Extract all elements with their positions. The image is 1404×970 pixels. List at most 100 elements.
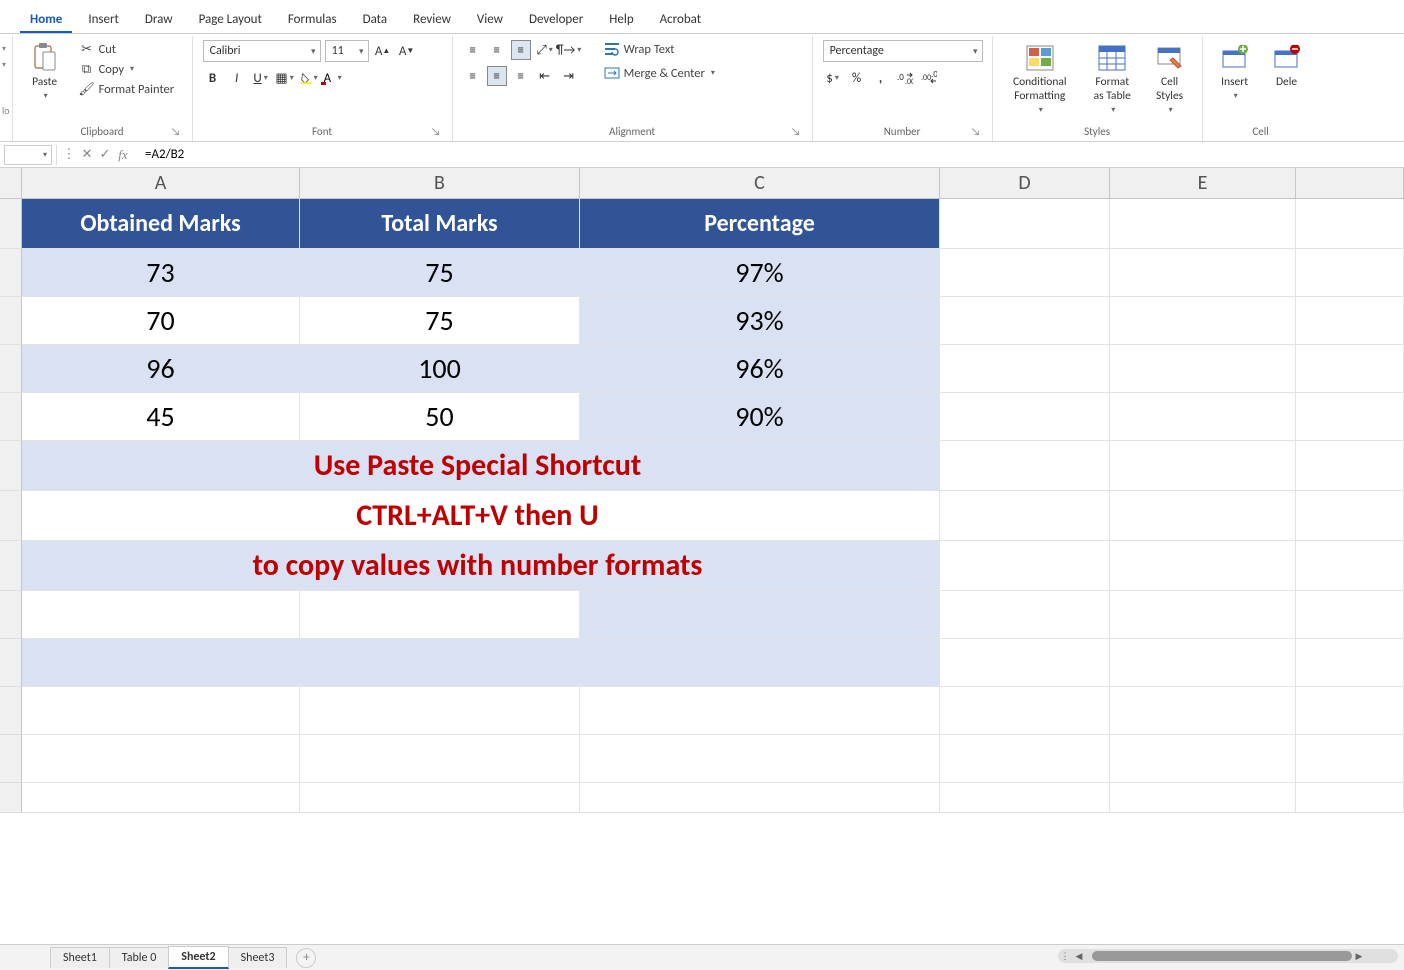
cell-a9[interactable]: [22, 591, 300, 639]
comma-button[interactable]: ,: [871, 68, 891, 88]
cell-c3[interactable]: 93%: [580, 297, 940, 345]
cell-f7[interactable]: [1296, 491, 1404, 541]
cell-f4[interactable]: [1296, 345, 1404, 393]
cell-b11[interactable]: [300, 687, 580, 735]
copy-dropdown-icon[interactable]: ▾: [130, 64, 134, 74]
sheet-tab-sheet1[interactable]: Sheet1: [50, 947, 110, 968]
cell-msg-3[interactable]: to copy values with number formats: [22, 541, 940, 591]
currency-button[interactable]: $▾: [823, 68, 843, 88]
cell-a1[interactable]: Obtained Marks: [22, 199, 300, 249]
cell-f8[interactable]: [1296, 541, 1404, 591]
cell-e12[interactable]: [1110, 735, 1296, 783]
delete-cells-button[interactable]: Dele: [1265, 40, 1309, 92]
cell-b3[interactable]: 75: [300, 297, 580, 345]
tab-acrobat[interactable]: Acrobat: [650, 6, 712, 33]
cell-f1[interactable]: [1296, 199, 1404, 249]
quick-dd-1[interactable]: ▾: [2, 44, 10, 54]
cell-d6[interactable]: [940, 441, 1110, 491]
merge-dropdown-icon[interactable]: ▾: [711, 68, 715, 78]
cell-b12[interactable]: [300, 735, 580, 783]
cell-msg-1[interactable]: Use Paste Special Shortcut: [22, 441, 940, 491]
cell-f9[interactable]: [1296, 591, 1404, 639]
accept-formula-button[interactable]: ✓: [97, 147, 113, 162]
paste-button[interactable]: Paste ▾: [23, 40, 67, 103]
cell-d13[interactable]: [940, 783, 1110, 813]
col-header-e[interactable]: E: [1110, 168, 1296, 198]
ltr-button[interactable]: ¶→▾: [559, 40, 579, 60]
row-header[interactable]: [0, 249, 22, 297]
cell-e2[interactable]: [1110, 249, 1296, 297]
cell-f5[interactable]: [1296, 393, 1404, 441]
cell-d3[interactable]: [940, 297, 1110, 345]
number-format-select[interactable]: Percentage: [823, 40, 983, 62]
cell-e13[interactable]: [1110, 783, 1296, 813]
cell-d9[interactable]: [940, 591, 1110, 639]
row-header[interactable]: [0, 345, 22, 393]
decrease-font-button[interactable]: A▼: [397, 41, 417, 61]
cell-c13[interactable]: [580, 783, 940, 813]
cell-f11[interactable]: [1296, 687, 1404, 735]
row-header[interactable]: [0, 735, 22, 783]
merge-center-button[interactable]: Merge & Center ▾: [600, 64, 719, 82]
font-color-button[interactable]: A▾: [323, 68, 343, 88]
cell-a10[interactable]: [22, 639, 300, 687]
cell-d12[interactable]: [940, 735, 1110, 783]
formula-input[interactable]: [139, 147, 1404, 162]
row-header[interactable]: [0, 639, 22, 687]
col-header-f[interactable]: [1296, 168, 1404, 198]
row-header[interactable]: [0, 541, 22, 591]
format-painter-button[interactable]: 🖌 Format Painter: [75, 80, 179, 98]
row-header[interactable]: [0, 783, 22, 813]
scroll-more-icon[interactable]: ⋮: [1058, 951, 1072, 962]
tab-data[interactable]: Data: [353, 6, 398, 33]
cell-a4[interactable]: 96: [22, 345, 300, 393]
cell-c11[interactable]: [580, 687, 940, 735]
cell-e6[interactable]: [1110, 441, 1296, 491]
col-header-a[interactable]: A: [22, 168, 300, 198]
cell-f12[interactable]: [1296, 735, 1404, 783]
cell-e11[interactable]: [1110, 687, 1296, 735]
cell-d10[interactable]: [940, 639, 1110, 687]
format-as-table-button[interactable]: Format as Table▾: [1085, 40, 1140, 117]
cell-d2[interactable]: [940, 249, 1110, 297]
cell-b1[interactable]: Total Marks: [300, 199, 580, 249]
cell-a5[interactable]: 45: [22, 393, 300, 441]
font-name-select[interactable]: Calibri: [203, 40, 321, 62]
row-header[interactable]: [0, 199, 22, 249]
tab-draw[interactable]: Draw: [135, 6, 183, 33]
cell-c5[interactable]: 90%: [580, 393, 940, 441]
horizontal-scrollbar[interactable]: ⋮ ◀ ▶: [1058, 949, 1398, 963]
cell-c1[interactable]: Percentage: [580, 199, 940, 249]
cell-b9[interactable]: [300, 591, 580, 639]
cell-f3[interactable]: [1296, 297, 1404, 345]
percent-button[interactable]: %: [847, 68, 867, 88]
formula-more-icon[interactable]: ⋮: [61, 147, 77, 162]
tab-developer[interactable]: Developer: [519, 6, 593, 33]
font-size-select[interactable]: 11: [325, 40, 369, 62]
underline-button[interactable]: U▾: [251, 68, 271, 88]
italic-button[interactable]: I: [227, 68, 247, 88]
cell-b13[interactable]: [300, 783, 580, 813]
tab-review[interactable]: Review: [403, 6, 461, 33]
cell-e7[interactable]: [1110, 491, 1296, 541]
number-launcher-icon[interactable]: ↘: [970, 125, 982, 137]
decrease-indent-button[interactable]: ⇤: [535, 66, 555, 86]
align-center-button[interactable]: ≡: [487, 66, 507, 86]
cell-a3[interactable]: 70: [22, 297, 300, 345]
align-left-button[interactable]: ≡: [463, 66, 483, 86]
increase-indent-button[interactable]: ⇥: [559, 66, 579, 86]
fx-icon[interactable]: fx: [115, 147, 131, 163]
cell-e10[interactable]: [1110, 639, 1296, 687]
cell-c9[interactable]: [580, 591, 940, 639]
cell-f10[interactable]: [1296, 639, 1404, 687]
cell-d8[interactable]: [940, 541, 1110, 591]
row-header[interactable]: [0, 491, 22, 541]
increase-font-button[interactable]: A▲: [373, 41, 393, 61]
align-middle-button[interactable]: ≡: [487, 40, 507, 60]
cell-d11[interactable]: [940, 687, 1110, 735]
cell-e5[interactable]: [1110, 393, 1296, 441]
cell-e4[interactable]: [1110, 345, 1296, 393]
bold-button[interactable]: B: [203, 68, 223, 88]
col-header-d[interactable]: D: [940, 168, 1110, 198]
alignment-launcher-icon[interactable]: ↘: [790, 125, 802, 137]
